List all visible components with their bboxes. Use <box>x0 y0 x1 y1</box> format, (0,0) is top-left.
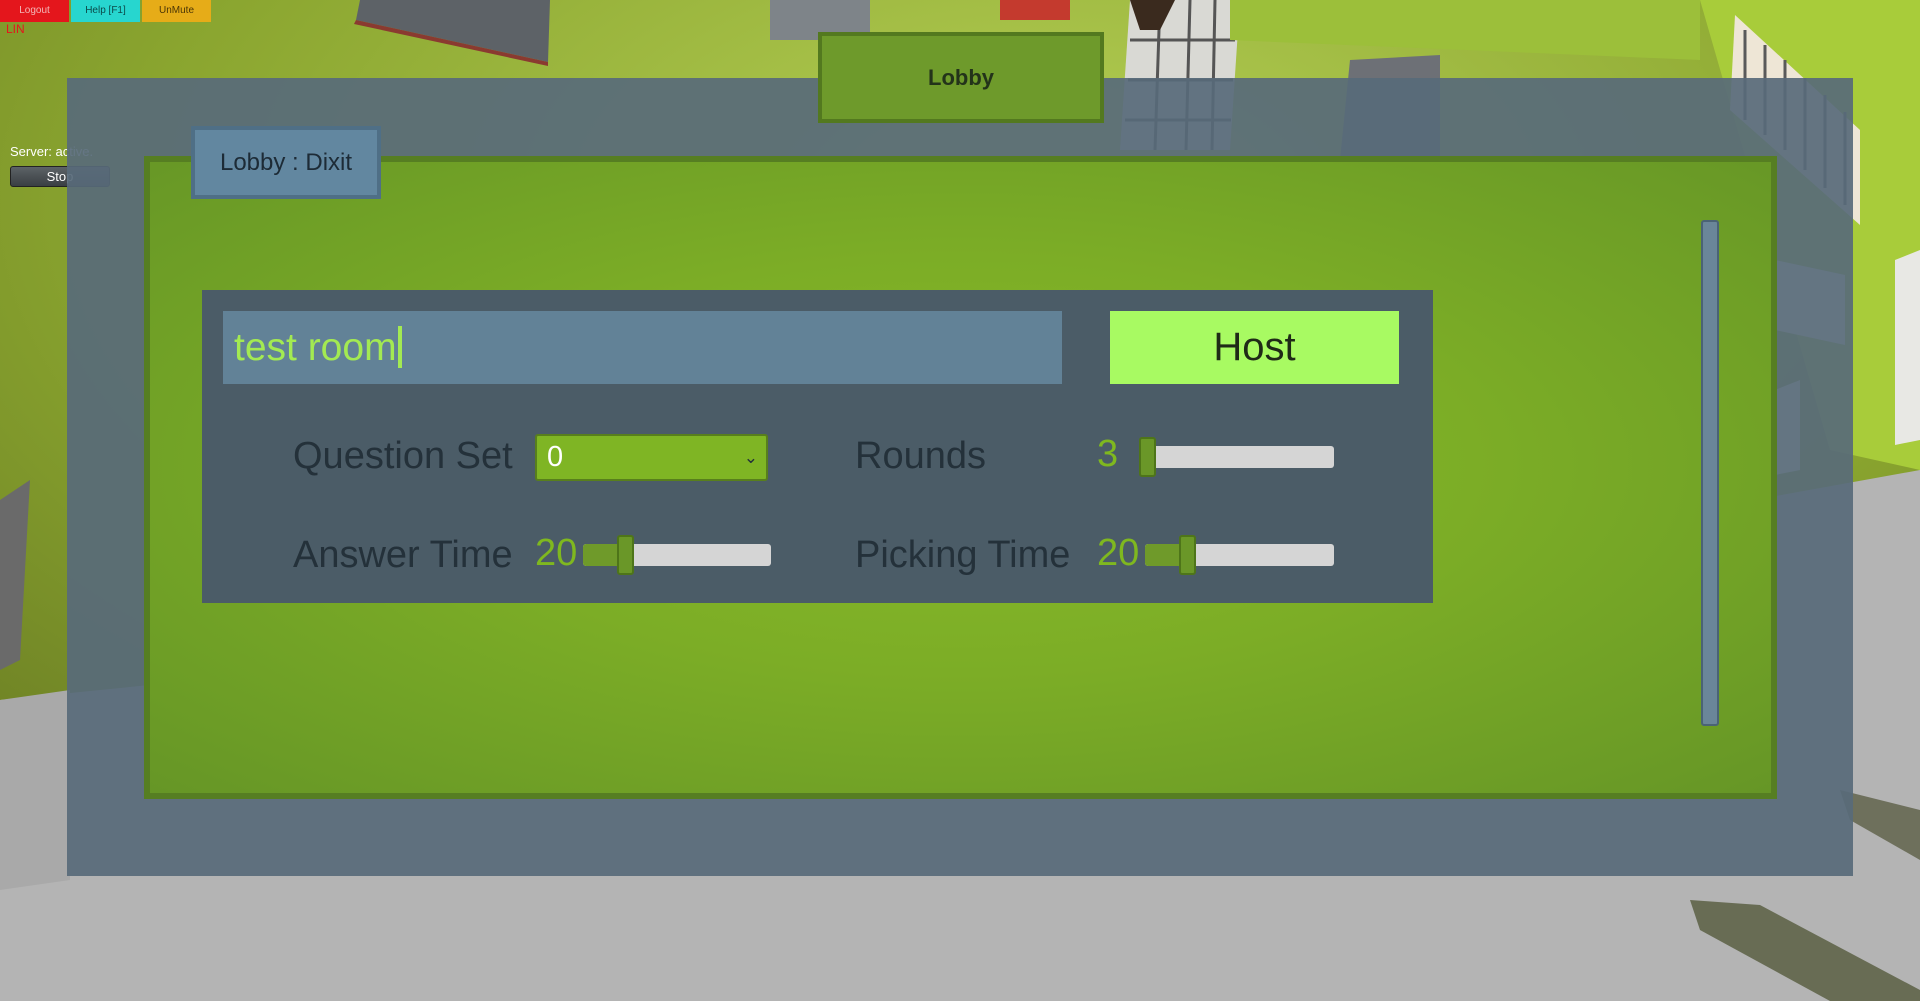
lobby-game-tab[interactable]: Lobby : Dixit <box>191 126 381 199</box>
lobby-title: Lobby <box>818 32 1104 123</box>
rounds-slider-handle[interactable] <box>1139 437 1156 477</box>
unmute-button[interactable]: UnMute <box>142 0 211 22</box>
chevron-down-icon: ⌄ <box>743 448 758 467</box>
picking-time-slider[interactable] <box>1145 535 1334 575</box>
rounds-value: 3 <box>1097 433 1119 475</box>
text-caret <box>397 325 402 368</box>
lobby-scrollbar[interactable] <box>1701 220 1719 726</box>
answer-time-value: 20 <box>535 532 578 574</box>
answer-time-label: Answer Time <box>293 534 513 576</box>
help-button[interactable]: Help [F1] <box>71 0 140 22</box>
rounds-slider[interactable] <box>1139 437 1334 477</box>
rounds-label: Rounds <box>855 435 986 477</box>
picking-time-value: 20 <box>1097 532 1140 574</box>
room-name-input[interactable]: test room <box>223 311 1062 384</box>
room-name-value: test room <box>234 326 397 369</box>
answer-time-slider[interactable] <box>583 535 771 575</box>
logout-button[interactable]: Logout <box>0 0 69 22</box>
question-set-label: Question Set <box>293 435 513 477</box>
lin-label: LIN <box>6 22 25 36</box>
answer-time-slider-handle[interactable] <box>616 535 634 575</box>
question-set-dropdown[interactable]: 0 ⌄ <box>535 434 768 481</box>
host-button[interactable]: Host <box>1110 311 1399 384</box>
picking-time-slider-handle[interactable] <box>1178 535 1196 575</box>
picking-time-label: Picking Time <box>855 534 1071 576</box>
question-set-selected-value: 0 <box>547 441 564 473</box>
